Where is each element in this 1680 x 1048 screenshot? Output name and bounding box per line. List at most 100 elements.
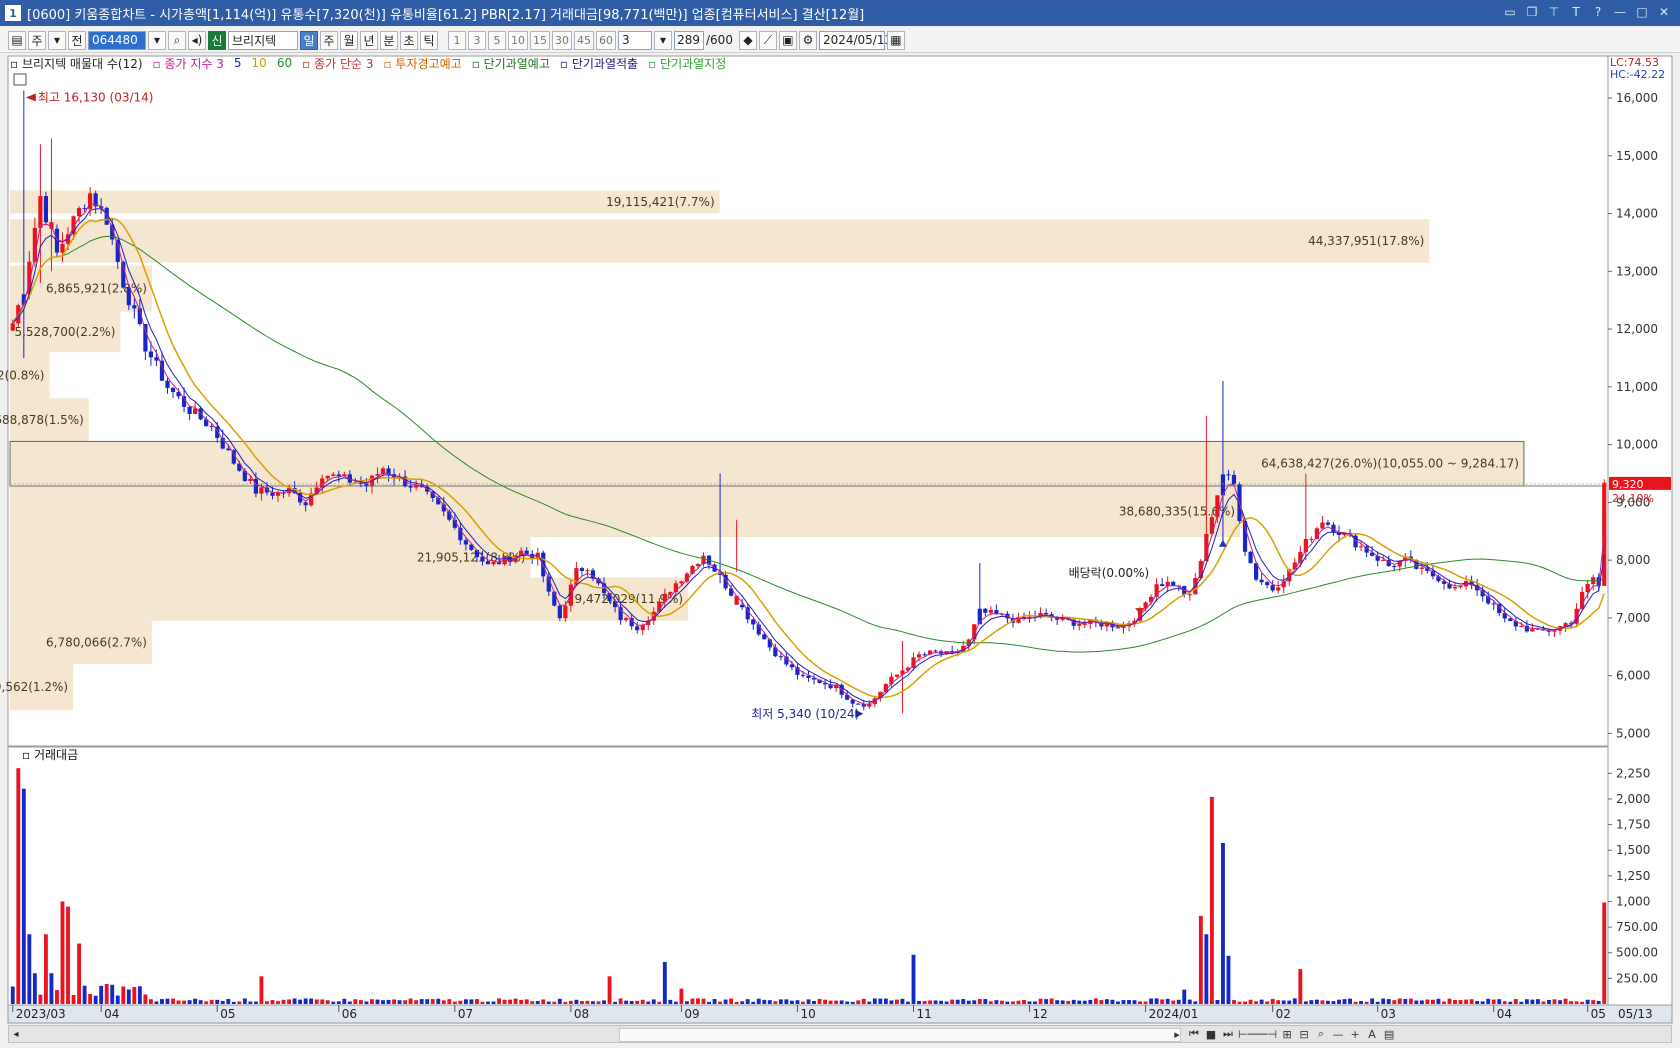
period-week-tab[interactable]: 주 xyxy=(320,30,338,50)
market-select[interactable]: 주 xyxy=(28,30,46,50)
count-input[interactable]: 289 xyxy=(674,30,704,50)
interval-15[interactable]: 15 xyxy=(530,30,550,50)
volume-bar xyxy=(834,1000,839,1004)
scroll-right-icon[interactable]: ▸ xyxy=(1170,1028,1184,1041)
font-size-icon[interactable]: T xyxy=(1568,3,1584,21)
stock-code-input[interactable]: 064480 xyxy=(88,30,146,50)
horizontal-scrollbar[interactable]: ◂ xyxy=(8,1025,1672,1043)
candle-body xyxy=(226,448,231,451)
interval-30[interactable]: 30 xyxy=(552,30,572,50)
maximize-icon[interactable]: □ xyxy=(1634,3,1650,21)
volume-bar xyxy=(602,1000,606,1004)
date-tick-label: 07 xyxy=(458,1007,473,1021)
period-minute-tab[interactable]: 분 xyxy=(380,30,398,50)
window-tile-icon[interactable]: ⊟ xyxy=(1297,1028,1311,1041)
legend-item[interactable]: ▫ 종가 단순 3 xyxy=(302,55,373,72)
indicator-icon[interactable]: ◆ xyxy=(738,30,757,50)
volume-tick-label: 2,000 xyxy=(1616,792,1650,806)
window-split-icon[interactable]: ⊞ xyxy=(1280,1028,1294,1041)
speaker-icon[interactable]: ◂) xyxy=(188,30,206,50)
legend-item[interactable]: 10 xyxy=(252,56,267,70)
price-tick-label: 8,000 xyxy=(1616,553,1650,567)
legend-item[interactable]: ▫ 종가 지수 3 xyxy=(153,55,224,72)
interval-dropdown-icon[interactable]: ▾ xyxy=(654,30,672,50)
stop-icon[interactable]: ■ xyxy=(1204,1028,1218,1041)
interval-60[interactable]: 60 xyxy=(596,30,616,50)
search-icon[interactable]: ⌕ xyxy=(168,30,186,50)
volume-bar xyxy=(43,934,48,1004)
volume-bar xyxy=(1143,1001,1148,1004)
chart-canvas[interactable]: 19,115,421(7.7%) 44,337,951(17.8%) 6,865,9… xyxy=(0,0,1680,1048)
save-icon[interactable]: ▣ xyxy=(778,30,797,50)
volume-bar xyxy=(281,999,286,1004)
date-tick-label: 2024/01 xyxy=(1149,1007,1199,1021)
volume-bar xyxy=(231,1001,236,1004)
interval-10[interactable]: 10 xyxy=(508,30,528,50)
interval-3[interactable]: 3 xyxy=(468,30,486,50)
volume-panel-title: ▫ 거래대금 xyxy=(22,748,78,762)
close-icon[interactable]: ✕ xyxy=(1656,3,1672,21)
minus-icon[interactable]: — xyxy=(1331,1028,1345,1041)
volume-bar xyxy=(933,1000,938,1004)
volume-bar xyxy=(1348,998,1352,1004)
period-month-tab[interactable]: 월 xyxy=(340,30,358,50)
pin-icon[interactable]: ⊤ xyxy=(1546,3,1562,21)
panel-toggle-icon[interactable]: ▤ xyxy=(8,30,26,50)
range-slider-icon[interactable]: ⊢───⊣ xyxy=(1238,1028,1277,1041)
legend-item[interactable]: 60 xyxy=(277,56,292,70)
legend-item[interactable]: ▫ 단기과열적출 xyxy=(560,55,638,72)
zoom-out-icon[interactable]: ⌕ xyxy=(1314,1027,1328,1041)
market-dropdown-icon[interactable]: ▾ xyxy=(48,30,66,50)
legend-item[interactable]: 5 xyxy=(234,56,242,70)
help-icon[interactable]: ? xyxy=(1590,3,1606,21)
hc-value: HC:-42.22 xyxy=(1610,68,1665,81)
candle-body xyxy=(1585,584,1590,593)
candle-body xyxy=(579,568,585,571)
volume-bar xyxy=(375,999,380,1004)
volume-bar xyxy=(740,1001,745,1004)
scroll-thumb[interactable] xyxy=(619,1028,1181,1042)
legend-item[interactable]: ▫ 단기과열지정 xyxy=(648,55,726,72)
period-tick-tab[interactable]: 틱 xyxy=(420,30,438,50)
interval-45[interactable]: 45 xyxy=(574,30,594,50)
interval-1[interactable]: 1 xyxy=(448,30,466,50)
volume-bar xyxy=(1442,1001,1446,1004)
volume-bar xyxy=(193,998,198,1004)
period-second-tab[interactable]: 초 xyxy=(400,30,418,50)
legend-item[interactable]: ▫ 브리지텍 매물대 수(12) xyxy=(10,55,143,72)
plus-icon[interactable]: + xyxy=(1348,1028,1362,1041)
restore-icon[interactable]: ❐ xyxy=(1524,3,1540,21)
scroll-left-icon[interactable]: ◂ xyxy=(9,1026,23,1042)
legend-item[interactable]: ▫ 투자경고예고 xyxy=(383,55,461,72)
dividend-label: 배당락(0.00%) xyxy=(1069,566,1150,580)
interval-5[interactable]: 5 xyxy=(488,30,506,50)
code-dropdown-icon[interactable]: ▾ xyxy=(148,30,166,50)
rewind-icon[interactable]: ⏮ xyxy=(1187,1027,1201,1041)
fast-forward-icon[interactable]: ⏭ xyxy=(1221,1027,1235,1041)
legend-item[interactable]: ▫ 단기과열예고 xyxy=(472,55,550,72)
volume-bar xyxy=(187,1000,192,1004)
grid-icon[interactable]: ▤ xyxy=(1382,1028,1396,1041)
volume-bar xyxy=(524,999,529,1004)
volume-bar xyxy=(88,993,93,1004)
candle-body xyxy=(1231,474,1237,485)
trend-line-icon[interactable]: ⟋ xyxy=(758,30,777,50)
layout-icon[interactable]: ▭ xyxy=(1502,3,1518,21)
minimize-icon[interactable]: — xyxy=(1612,3,1628,21)
volume-bar xyxy=(1226,955,1231,1004)
settings-icon[interactable]: ⚙ xyxy=(798,30,817,50)
candle-body xyxy=(1530,628,1535,632)
volume-bar xyxy=(1149,998,1154,1004)
period-day-tab[interactable]: 일 xyxy=(300,30,318,50)
candle-body xyxy=(1265,582,1270,586)
volume-bar xyxy=(253,1001,258,1004)
all-button[interactable]: 전 xyxy=(68,30,86,50)
stock-name-field[interactable]: 브리지텍 xyxy=(228,30,298,50)
interval-select[interactable]: 3 xyxy=(618,30,652,50)
calendar-icon[interactable]: ▦ xyxy=(886,30,905,50)
volume-bar xyxy=(93,995,98,1004)
date-input[interactable]: 2024/05/13 xyxy=(818,30,892,50)
period-year-tab[interactable]: 년 xyxy=(360,30,378,50)
volume-bar xyxy=(883,998,888,1004)
text-tool-icon[interactable]: A xyxy=(1365,1028,1379,1041)
